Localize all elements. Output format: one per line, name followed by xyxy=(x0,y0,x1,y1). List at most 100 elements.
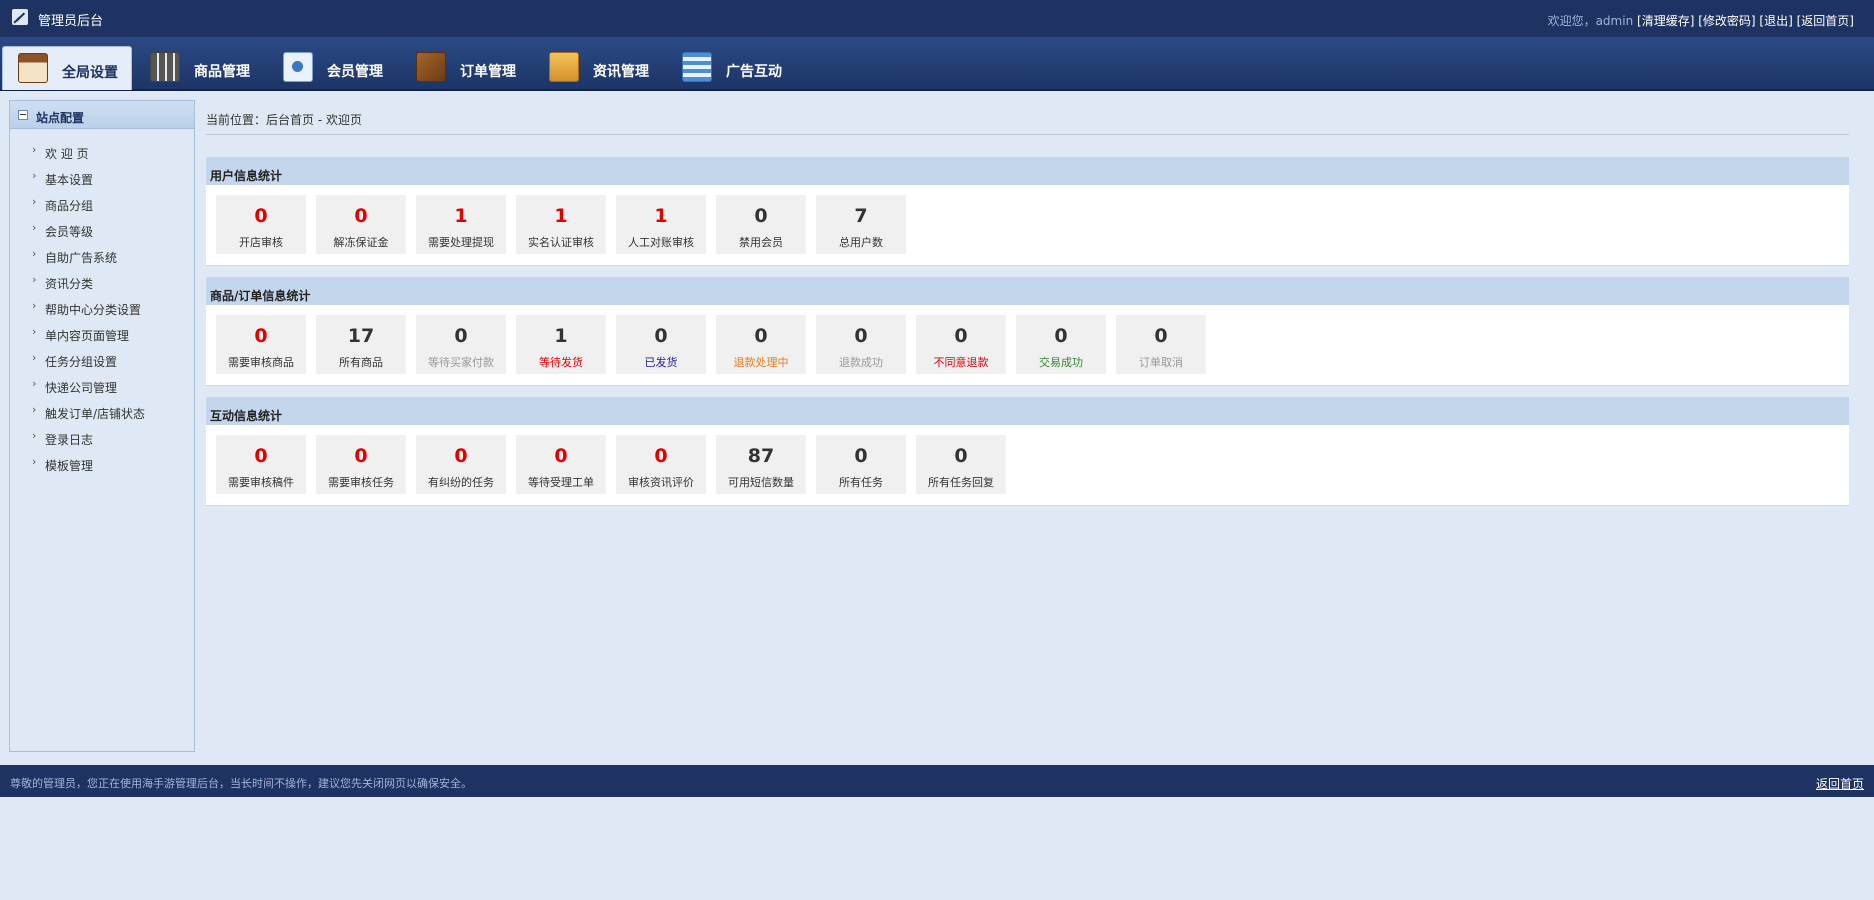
stat-label: 实名认证审核 xyxy=(528,236,594,249)
top-links: 欢迎您，admin [清理缓存] [修改密码] [退出] [返回首页] xyxy=(1548,12,1854,29)
stat-label: 所有任务 xyxy=(839,476,883,489)
stat-value: 0 xyxy=(354,445,368,467)
sidebar-item-welcome[interactable]: › 欢 迎 页 xyxy=(10,143,194,169)
stat-value: 1 xyxy=(554,325,568,347)
sidebar-item-label: 快递公司管理 xyxy=(45,381,118,395)
clear-cache-link[interactable]: [清理缓存] xyxy=(1637,14,1694,28)
tab-orders[interactable]: 订单管理 xyxy=(401,46,529,89)
stat-label: 交易成功 xyxy=(1039,356,1083,369)
stat-cell[interactable]: 0 审核资讯评价 xyxy=(616,435,706,494)
sidebar-item-single-pages[interactable]: › 单内容页面管理 xyxy=(10,325,194,351)
stat-cell[interactable]: 1 人工对账审核 xyxy=(616,195,706,254)
sidebar-item-login-log[interactable]: › 登录日志 xyxy=(10,429,194,455)
sidebar-item-task-groups[interactable]: › 任务分组设置 xyxy=(10,351,194,377)
chevron-right-icon: › xyxy=(32,403,37,416)
sidebar-item-self-ads[interactable]: › 自助广告系统 xyxy=(10,247,194,273)
tab-label: 全局设置 xyxy=(62,65,118,81)
stat-cell[interactable]: 0 需要审核商品 xyxy=(216,315,306,374)
goods-icon xyxy=(150,52,180,82)
stat-cell[interactable]: 1 实名认证审核 xyxy=(516,195,606,254)
stat-cell[interactable]: 0 已发货 xyxy=(616,315,706,374)
tab-ads[interactable]: 广告互动 xyxy=(667,46,795,89)
stat-cell[interactable]: 0 需要审核任务 xyxy=(316,435,406,494)
sidebar-menu: › 欢 迎 页 › 基本设置 › 商品分组 › 会员等级 › 自助广告系统 › 资讯分类 ›… xyxy=(10,129,194,481)
chevron-right-icon: › xyxy=(32,143,37,156)
stat-cell[interactable]: 0 开店审核 xyxy=(216,195,306,254)
stat-cell[interactable]: 1 等待发货 xyxy=(516,315,606,374)
stat-label: 等待发货 xyxy=(539,356,583,369)
stat-cell[interactable]: 0 退款处理中 xyxy=(716,315,806,374)
stat-value: 0 xyxy=(254,325,268,347)
tab-label: 会员管理 xyxy=(327,64,383,80)
sidebar-item-news-categories[interactable]: › 资讯分类 xyxy=(10,273,194,299)
stat-cell[interactable]: 87 可用短信数量 xyxy=(716,435,806,494)
tab-label: 订单管理 xyxy=(460,64,516,80)
section-title: 商品/订单信息统计 xyxy=(210,289,311,303)
stat-value: 1 xyxy=(554,205,568,227)
divider xyxy=(206,134,1849,135)
stat-value: 87 xyxy=(747,445,775,467)
stat-label: 所有商品 xyxy=(339,356,383,369)
stat-value: 0 xyxy=(854,325,868,347)
stat-value: 0 xyxy=(454,445,468,467)
stat-cell[interactable]: 0 所有任务 xyxy=(816,435,906,494)
sidebar-item-member-levels[interactable]: › 会员等级 xyxy=(10,221,194,247)
sidebar-item-basic-settings[interactable]: › 基本设置 xyxy=(10,169,194,195)
stat-cell[interactable]: 7 总用户数 xyxy=(816,195,906,254)
chevron-right-icon: › xyxy=(32,351,37,364)
stat-cell[interactable]: 0 退款成功 xyxy=(816,315,906,374)
tab-global-settings[interactable]: 全局设置 xyxy=(2,46,132,90)
sidebar-item-help-categories[interactable]: › 帮助中心分类设置 xyxy=(10,299,194,325)
sidebar-header[interactable]: 站点配置 xyxy=(10,101,194,129)
change-password-link[interactable]: [修改密码] xyxy=(1698,14,1755,28)
tab-label: 广告互动 xyxy=(726,64,782,80)
section-header: 用户信息统计 xyxy=(206,157,1849,185)
stat-label: 退款成功 xyxy=(839,356,883,369)
sidebar-item-couriers[interactable]: › 快递公司管理 xyxy=(10,377,194,403)
stat-label: 总用户数 xyxy=(839,236,883,249)
stat-cell[interactable]: 0 不同意退款 xyxy=(916,315,1006,374)
stat-label: 开店审核 xyxy=(239,236,283,249)
stat-cell[interactable]: 0 禁用会员 xyxy=(716,195,806,254)
stat-label: 需要审核稿件 xyxy=(228,476,294,489)
sidebar-item-templates[interactable]: › 模板管理 xyxy=(10,455,194,481)
chevron-right-icon: › xyxy=(32,247,37,260)
user-stats-section: 用户信息统计 0 开店审核 0 解冻保证金 1 需要处理提现 1 实名认证审核 1 人工对账审核 0… xyxy=(206,157,1849,266)
chevron-right-icon: › xyxy=(32,455,37,468)
stat-cell[interactable]: 0 有纠纷的任务 xyxy=(416,435,506,494)
sidebar: 站点配置 › 欢 迎 页 › 基本设置 › 商品分组 › 会员等级 › 自助广告系统 › 资… xyxy=(9,100,195,752)
footer-home-link[interactable]: 返回首页 xyxy=(1816,775,1864,792)
stat-label: 不同意退款 xyxy=(933,356,989,369)
collapse-icon[interactable] xyxy=(18,110,28,120)
logout-link[interactable]: [退出] xyxy=(1759,14,1792,28)
stat-value: 0 xyxy=(1154,325,1168,347)
member-icon xyxy=(283,52,313,82)
stat-cell[interactable]: 0 解冻保证金 xyxy=(316,195,406,254)
back-home-link[interactable]: [返回首页] xyxy=(1797,14,1854,28)
stat-cell[interactable]: 0 等待买家付款 xyxy=(416,315,506,374)
sidebar-item-label: 帮助中心分类设置 xyxy=(45,303,142,317)
stat-cell[interactable]: 0 订单取消 xyxy=(1116,315,1206,374)
stat-cell[interactable]: 0 交易成功 xyxy=(1016,315,1106,374)
stat-label: 需要审核任务 xyxy=(328,476,394,489)
tab-members[interactable]: 会员管理 xyxy=(268,46,396,89)
welcome-text: 欢迎您，admin xyxy=(1547,14,1634,28)
sidebar-item-label: 任务分组设置 xyxy=(45,355,118,369)
stat-cell[interactable]: 17 所有商品 xyxy=(316,315,406,374)
sidebar-item-goods-groups[interactable]: › 商品分组 xyxy=(10,195,194,221)
stat-value: 0 xyxy=(254,205,268,227)
stat-value: 0 xyxy=(754,205,768,227)
tab-news[interactable]: 资讯管理 xyxy=(534,46,662,89)
stat-value: 0 xyxy=(654,445,668,467)
sidebar-item-trigger-status[interactable]: › 触发订单/店铺状态 xyxy=(10,403,194,429)
sidebar-item-label: 欢 迎 页 xyxy=(45,147,89,161)
sidebar-item-label: 登录日志 xyxy=(45,433,94,447)
stat-cell[interactable]: 1 需要处理提现 xyxy=(416,195,506,254)
stat-cell[interactable]: 0 需要审核稿件 xyxy=(216,435,306,494)
stat-cell[interactable]: 0 等待受理工单 xyxy=(516,435,606,494)
main-nav: 全局设置 商品管理 会员管理 订单管理 资讯管理 广告互动 xyxy=(0,37,1874,91)
stat-cell[interactable]: 0 所有任务回复 xyxy=(916,435,1006,494)
stat-label: 等待受理工单 xyxy=(528,476,594,489)
tab-goods[interactable]: 商品管理 xyxy=(135,46,263,89)
chevron-right-icon: › xyxy=(32,325,37,338)
